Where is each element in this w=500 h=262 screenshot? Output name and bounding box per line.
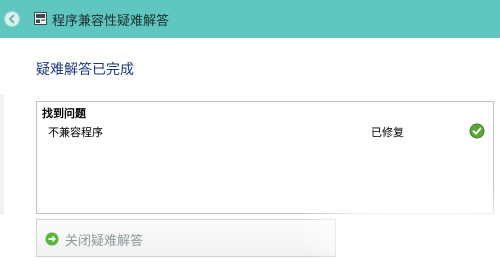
- troubleshooter-icon: [34, 12, 47, 25]
- check-icon: [469, 123, 485, 139]
- back-arrow-icon: [9, 14, 15, 24]
- green-arrow-icon: [45, 232, 59, 246]
- left-edge-strip: [0, 95, 4, 215]
- window-title: 程序兼容性疑难解答: [52, 14, 170, 29]
- page-heading: 疑难解答已完成: [36, 62, 134, 78]
- problem-status: 已修复: [371, 126, 404, 139]
- results-panel: 找到问题 不兼容程序 已修复: [36, 101, 494, 214]
- section-label: 找到问题: [42, 107, 86, 120]
- close-troubleshooter-button[interactable]: 关闭疑难解答: [36, 219, 336, 257]
- problem-name: 不兼容程序: [48, 126, 103, 139]
- close-label: 关闭疑难解答: [65, 234, 144, 249]
- back-button[interactable]: [4, 11, 20, 27]
- title-bar: 程序兼容性疑难解答: [0, 0, 500, 38]
- troubleshooter-window: 程序兼容性疑难解答 疑难解答已完成 找到问题 不兼容程序 已修复 关闭疑难解答: [0, 0, 500, 262]
- problem-row[interactable]: 不兼容程序 已修复: [37, 120, 493, 142]
